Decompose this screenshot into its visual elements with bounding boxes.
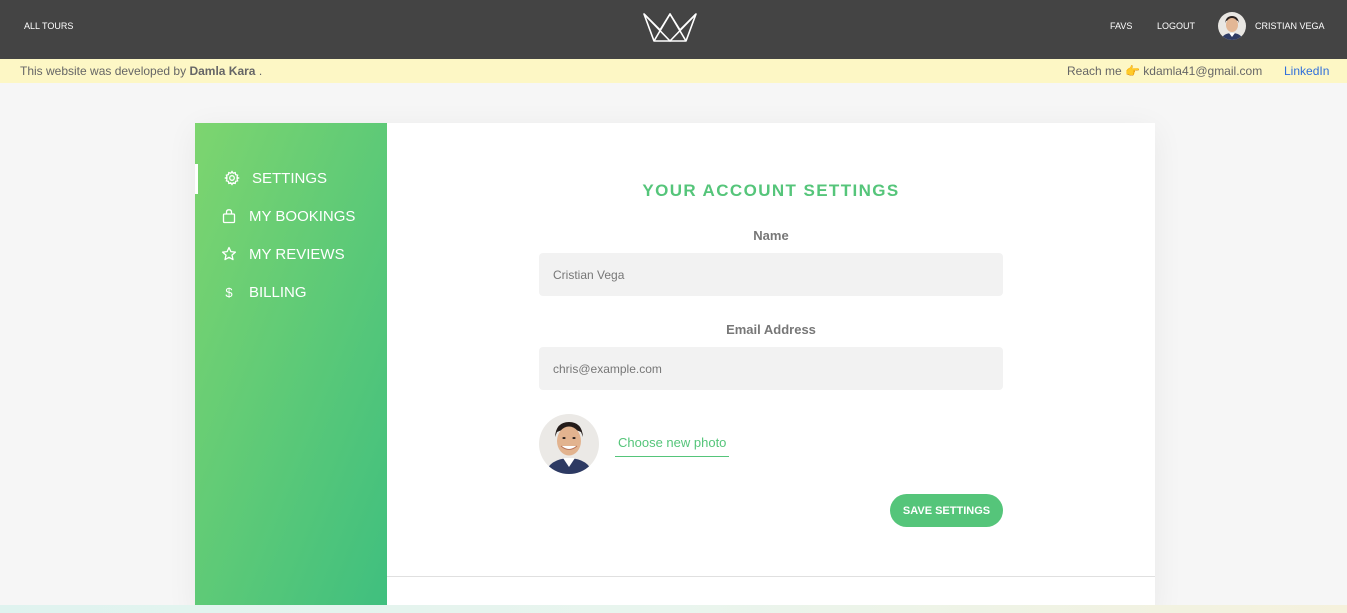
email-label: Email Address xyxy=(726,322,816,337)
credit-suffix: . xyxy=(255,64,263,78)
choose-photo-link[interactable]: Choose new photo xyxy=(615,435,730,457)
developer-banner: This website was developed by Damla Kara… xyxy=(0,59,1347,83)
top-navigation: ALL TOURS FAVS LOGOUT CRISTIAN VEGA xyxy=(0,0,1347,59)
email-input[interactable] xyxy=(539,347,1003,390)
author-name: Damla Kara xyxy=(189,64,256,78)
briefcase-icon xyxy=(222,209,236,224)
crown-logo-icon[interactable] xyxy=(642,10,698,44)
user-avatar[interactable] xyxy=(1218,12,1246,40)
dollar-icon: $ xyxy=(225,285,233,300)
credit-prefix: This website was developed by xyxy=(20,64,190,78)
sidebar-item-my-bookings[interactable]: MY BOOKINGS xyxy=(195,202,387,232)
all-tours-link[interactable]: ALL TOURS xyxy=(24,21,73,31)
sidebar-item-label: SETTINGS xyxy=(252,170,328,187)
sidebar-item-label: MY BOOKINGS xyxy=(249,208,356,225)
settings-content: YOUR ACCOUNT SETTINGS Name Email Address… xyxy=(387,123,1155,613)
svg-text:$: $ xyxy=(225,285,233,300)
section-divider xyxy=(387,576,1155,577)
user-photo xyxy=(539,414,599,474)
bottom-strip xyxy=(0,605,1347,613)
sidebar-item-label: MY REVIEWS xyxy=(249,246,345,263)
logout-link[interactable]: LOGOUT xyxy=(1157,21,1195,31)
account-sidebar: SETTINGS MY BOOKINGS MY REVIEWS $ BILLIN… xyxy=(195,123,387,613)
developer-credit: This website was developed by Damla Kara… xyxy=(20,64,262,78)
settings-icon xyxy=(224,170,240,186)
linkedin-link[interactable]: LinkedIn xyxy=(1284,64,1329,78)
save-settings-button[interactable]: SAVE SETTINGS xyxy=(890,494,1003,527)
name-input[interactable] xyxy=(539,253,1003,296)
user-name[interactable]: CRISTIAN VEGA xyxy=(1255,21,1325,31)
sidebar-item-settings[interactable]: SETTINGS xyxy=(195,164,387,194)
sidebar-item-billing[interactable]: $ BILLING xyxy=(195,278,387,308)
name-label: Name xyxy=(753,228,789,243)
star-icon xyxy=(221,246,237,261)
page-title: YOUR ACCOUNT SETTINGS xyxy=(642,181,900,200)
favs-link[interactable]: FAVS xyxy=(1110,21,1132,31)
sidebar-item-my-reviews[interactable]: MY REVIEWS xyxy=(195,240,387,270)
sidebar-item-label: BILLING xyxy=(249,284,307,301)
contact-email: Reach me 👉 kdamla41@gmail.com xyxy=(1067,64,1263,78)
